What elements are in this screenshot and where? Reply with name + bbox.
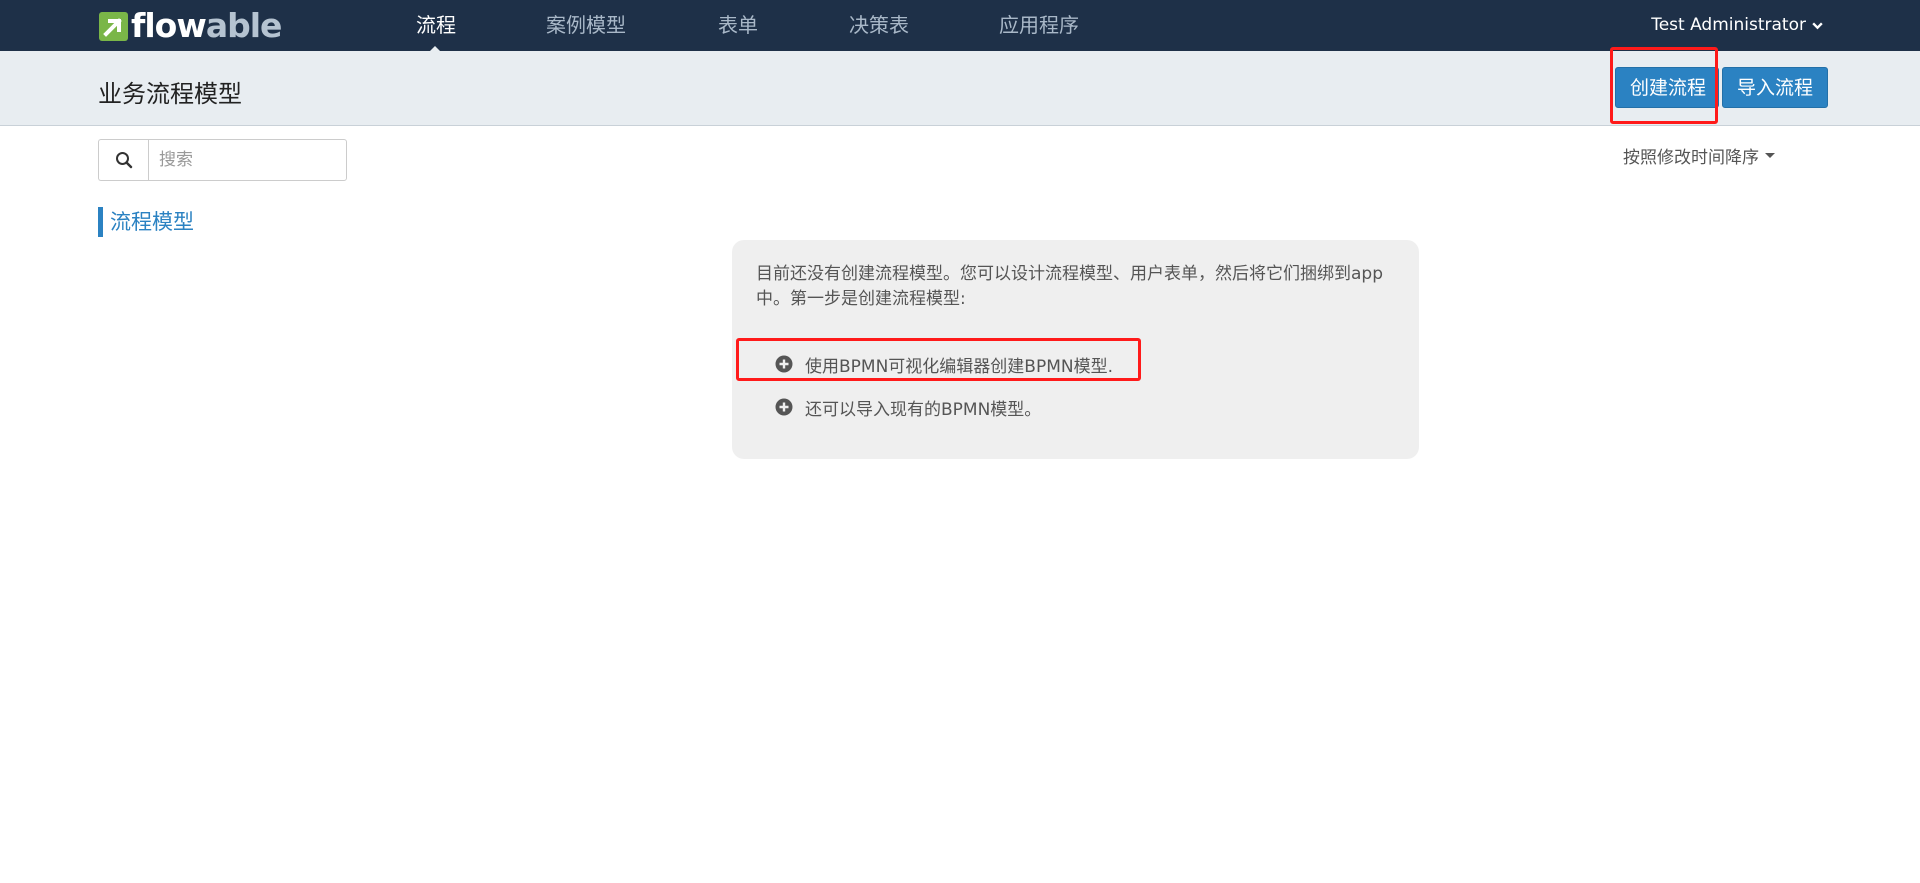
create-process-button[interactable]: 创建流程 — [1615, 67, 1719, 108]
search-button[interactable] — [98, 139, 148, 181]
top-navbar: flowable 流程 案例模型 表单 决策表 应用程序 Test Admini… — [0, 0, 1920, 51]
user-name: Test Administrator — [1651, 15, 1806, 35]
import-process-button[interactable]: 导入流程 — [1722, 67, 1828, 108]
create-bpmn-model-label: 使用BPMN可视化编辑器创建BPMN模型. — [805, 356, 1113, 377]
import-bpmn-model-label: 还可以导入现有的BPMN模型。 — [805, 399, 1042, 420]
sort-label: 按照修改时间降序 — [1623, 148, 1759, 168]
flowable-logo[interactable]: flowable — [99, 6, 282, 45]
empty-state-message: 目前还没有创建流程模型。您可以设计流程模型、用户表单，然后将它们捆绑到app中。… — [756, 264, 1383, 309]
logo-text: flowable — [131, 6, 282, 45]
nav-item-case-models[interactable]: 案例模型 — [546, 0, 626, 51]
flowable-logo-icon — [99, 11, 128, 41]
chevron-down-icon — [1812, 22, 1823, 30]
create-bpmn-model-link[interactable]: 使用BPMN可视化编辑器创建BPMN模型. — [775, 351, 1113, 377]
plus-circle-icon — [775, 355, 793, 373]
plus-circle-icon — [775, 398, 793, 416]
nav-item-process[interactable]: 流程 — [416, 0, 456, 51]
page-title: 业务流程模型 — [98, 80, 242, 108]
user-menu[interactable]: Test Administrator — [1651, 0, 1824, 51]
caret-down-icon — [1765, 153, 1775, 158]
page-header: 业务流程模型 创建流程 导入流程 — [0, 51, 1920, 126]
search-bar — [98, 139, 347, 181]
nav-item-apps[interactable]: 应用程序 — [999, 0, 1079, 51]
empty-state-panel: 目前还没有创建流程模型。您可以设计流程模型、用户表单，然后将它们捆绑到app中。… — [732, 240, 1419, 459]
search-icon — [115, 152, 132, 169]
sidebar-item-process-models[interactable]: 流程模型 — [98, 207, 194, 237]
nav-item-decision-tables[interactable]: 决策表 — [849, 0, 909, 51]
search-input[interactable] — [148, 139, 347, 181]
nav-item-forms[interactable]: 表单 — [718, 0, 758, 51]
import-bpmn-model-link[interactable]: 还可以导入现有的BPMN模型。 — [775, 394, 1041, 420]
sort-dropdown[interactable]: 按照修改时间降序 — [1623, 143, 1775, 168]
